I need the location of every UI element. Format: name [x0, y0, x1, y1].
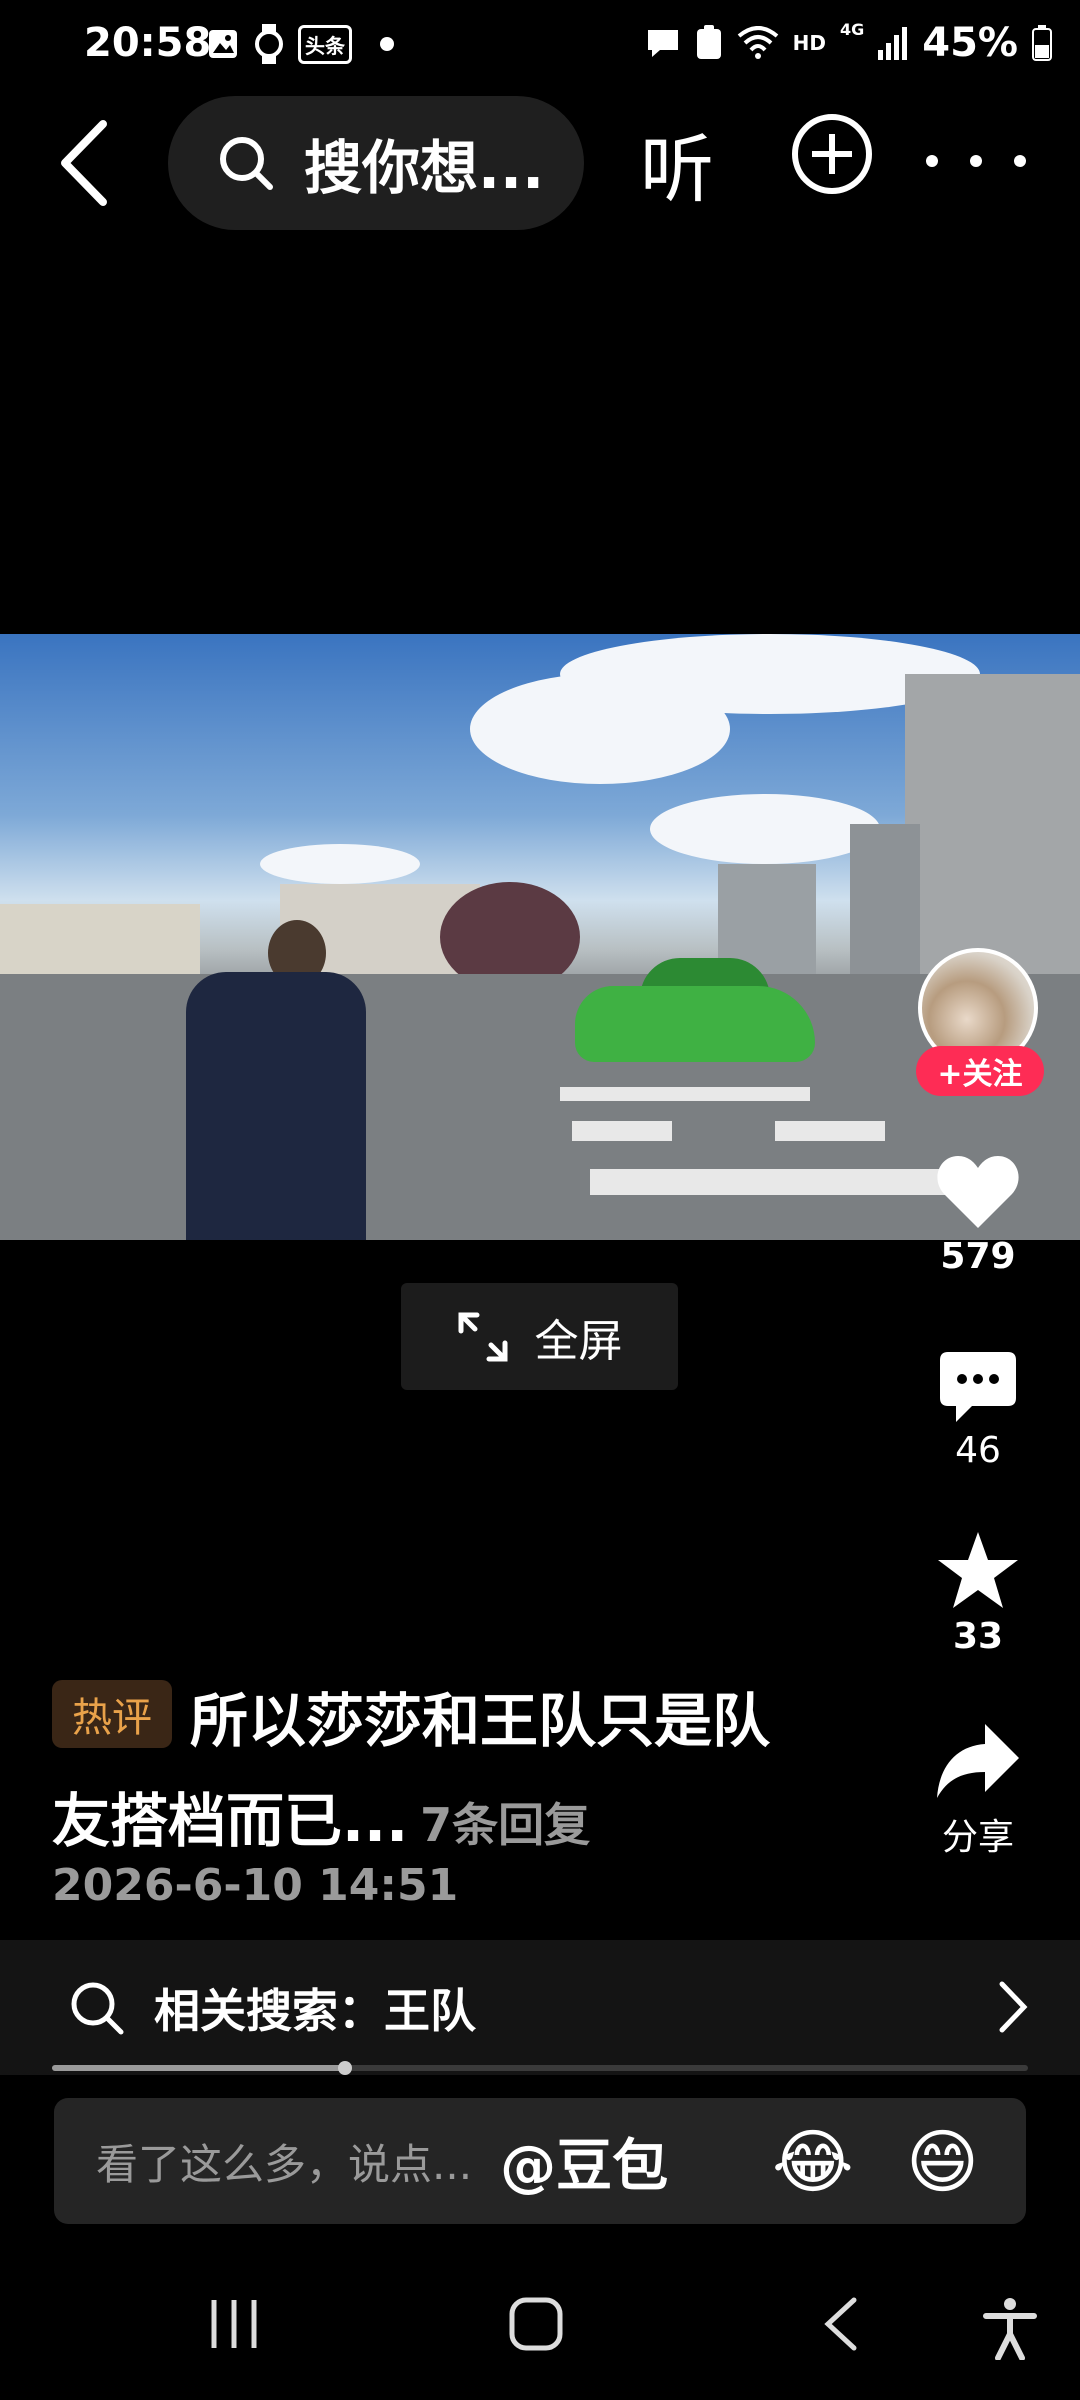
hot-comment-badge: 热评	[52, 1680, 172, 1748]
crosswalk-stripe	[572, 1121, 672, 1141]
heart-icon	[937, 1156, 1019, 1228]
back-button[interactable]	[40, 108, 130, 218]
plus-circle-icon	[792, 114, 872, 194]
home-button[interactable]	[508, 2296, 564, 2356]
fullscreen-button[interactable]: 全屏	[401, 1283, 678, 1390]
battery-percent: 45%	[922, 20, 1018, 66]
search-placeholder: 搜你想...	[304, 134, 545, 202]
related-search-bar[interactable]: 相关搜索：王队	[0, 1940, 1080, 2075]
back-icon	[824, 2297, 857, 2351]
building	[905, 674, 1080, 974]
progress-thumb[interactable]	[337, 2061, 352, 2075]
comment-date: 2026-6-10 14:51	[52, 1860, 459, 1911]
home-icon	[509, 2297, 563, 2351]
cloud	[650, 794, 880, 864]
like-action[interactable]: 579	[918, 1154, 1038, 1277]
status-icons-right: HD 4G 45%	[645, 20, 1052, 66]
listen-button[interactable]: 听	[640, 110, 714, 217]
search-bar[interactable]: 搜你想...	[168, 96, 584, 230]
network-label: 4G	[839, 20, 865, 39]
toutiao-icon: 头条	[298, 24, 352, 64]
system-back-button[interactable]	[820, 2296, 860, 2356]
like-count: 579	[940, 1236, 1016, 1277]
favorite-action[interactable]: 33	[918, 1530, 1038, 1657]
search-icon	[71, 1982, 124, 2034]
crosswalk-stripe	[775, 1121, 885, 1141]
building	[850, 824, 920, 974]
hot-comment-line1[interactable]: 所以莎莎和王队只是队	[190, 1674, 770, 1758]
comment-count: 46	[955, 1430, 1001, 1471]
comment-input[interactable]: 看了这么多，说点... @豆包	[54, 2098, 1026, 2224]
hot-comment-line2-row[interactable]: 友搭档而已... 7条回复	[52, 1774, 590, 1858]
building	[0, 904, 200, 984]
green-car	[575, 986, 815, 1062]
hd-label: HD	[792, 31, 826, 55]
comment-icon	[940, 1352, 1016, 1422]
clipboard-icon	[696, 25, 721, 59]
emoji-laugh-cry-button[interactable]: 😂	[772, 2124, 854, 2200]
expand-icon	[458, 1312, 507, 1361]
image-icon	[209, 30, 237, 58]
wifi-icon	[737, 26, 778, 59]
fullscreen-label: 全屏	[534, 1315, 623, 1367]
hot-comment-line2: 友搭档而已...	[52, 1787, 409, 1855]
status-icons-left: 头条	[206, 24, 394, 64]
accessibility-icon	[983, 2298, 1037, 2361]
watch-icon	[255, 24, 283, 64]
comment-input-placeholder: 看了这么多，说点...	[96, 2139, 473, 2189]
more-icon	[926, 155, 1026, 167]
more-button[interactable]	[922, 130, 1032, 171]
share-label: 分享	[941, 1817, 1014, 1858]
comment-action[interactable]: 46	[918, 1350, 1038, 1471]
chevron-right-icon	[999, 1981, 1028, 2033]
mention-button[interactable]: @豆包	[500, 2121, 668, 2202]
dot-icon	[380, 37, 394, 51]
cloud	[260, 844, 420, 884]
status-time: 20:58	[84, 20, 212, 66]
follow-button[interactable]: +关注	[916, 1046, 1044, 1096]
message-icon	[647, 30, 678, 57]
reply-count[interactable]: 7条回复	[420, 1798, 590, 1852]
recent-apps-icon	[211, 2300, 257, 2348]
video-player[interactable]	[0, 634, 1080, 1240]
crosswalk-stripe	[560, 1087, 810, 1101]
add-button[interactable]	[790, 112, 874, 200]
security-guard	[186, 972, 366, 1240]
favorite-count: 33	[952, 1616, 1004, 1657]
emoji-grin-button[interactable]: 😄	[906, 2124, 979, 2200]
search-icon	[220, 137, 273, 190]
star-icon	[938, 1532, 1018, 1608]
accessibility-button[interactable]	[982, 2296, 1038, 2364]
progress-fill	[52, 2065, 345, 2071]
battery-icon	[1032, 25, 1052, 61]
recent-apps-button[interactable]	[206, 2296, 262, 2356]
signal-icon	[878, 27, 908, 60]
chevron-left-icon	[61, 120, 107, 206]
share-icon	[937, 1724, 1019, 1798]
share-action[interactable]: 分享	[918, 1722, 1038, 1860]
related-search-text: 相关搜索：王队	[154, 1983, 476, 2038]
